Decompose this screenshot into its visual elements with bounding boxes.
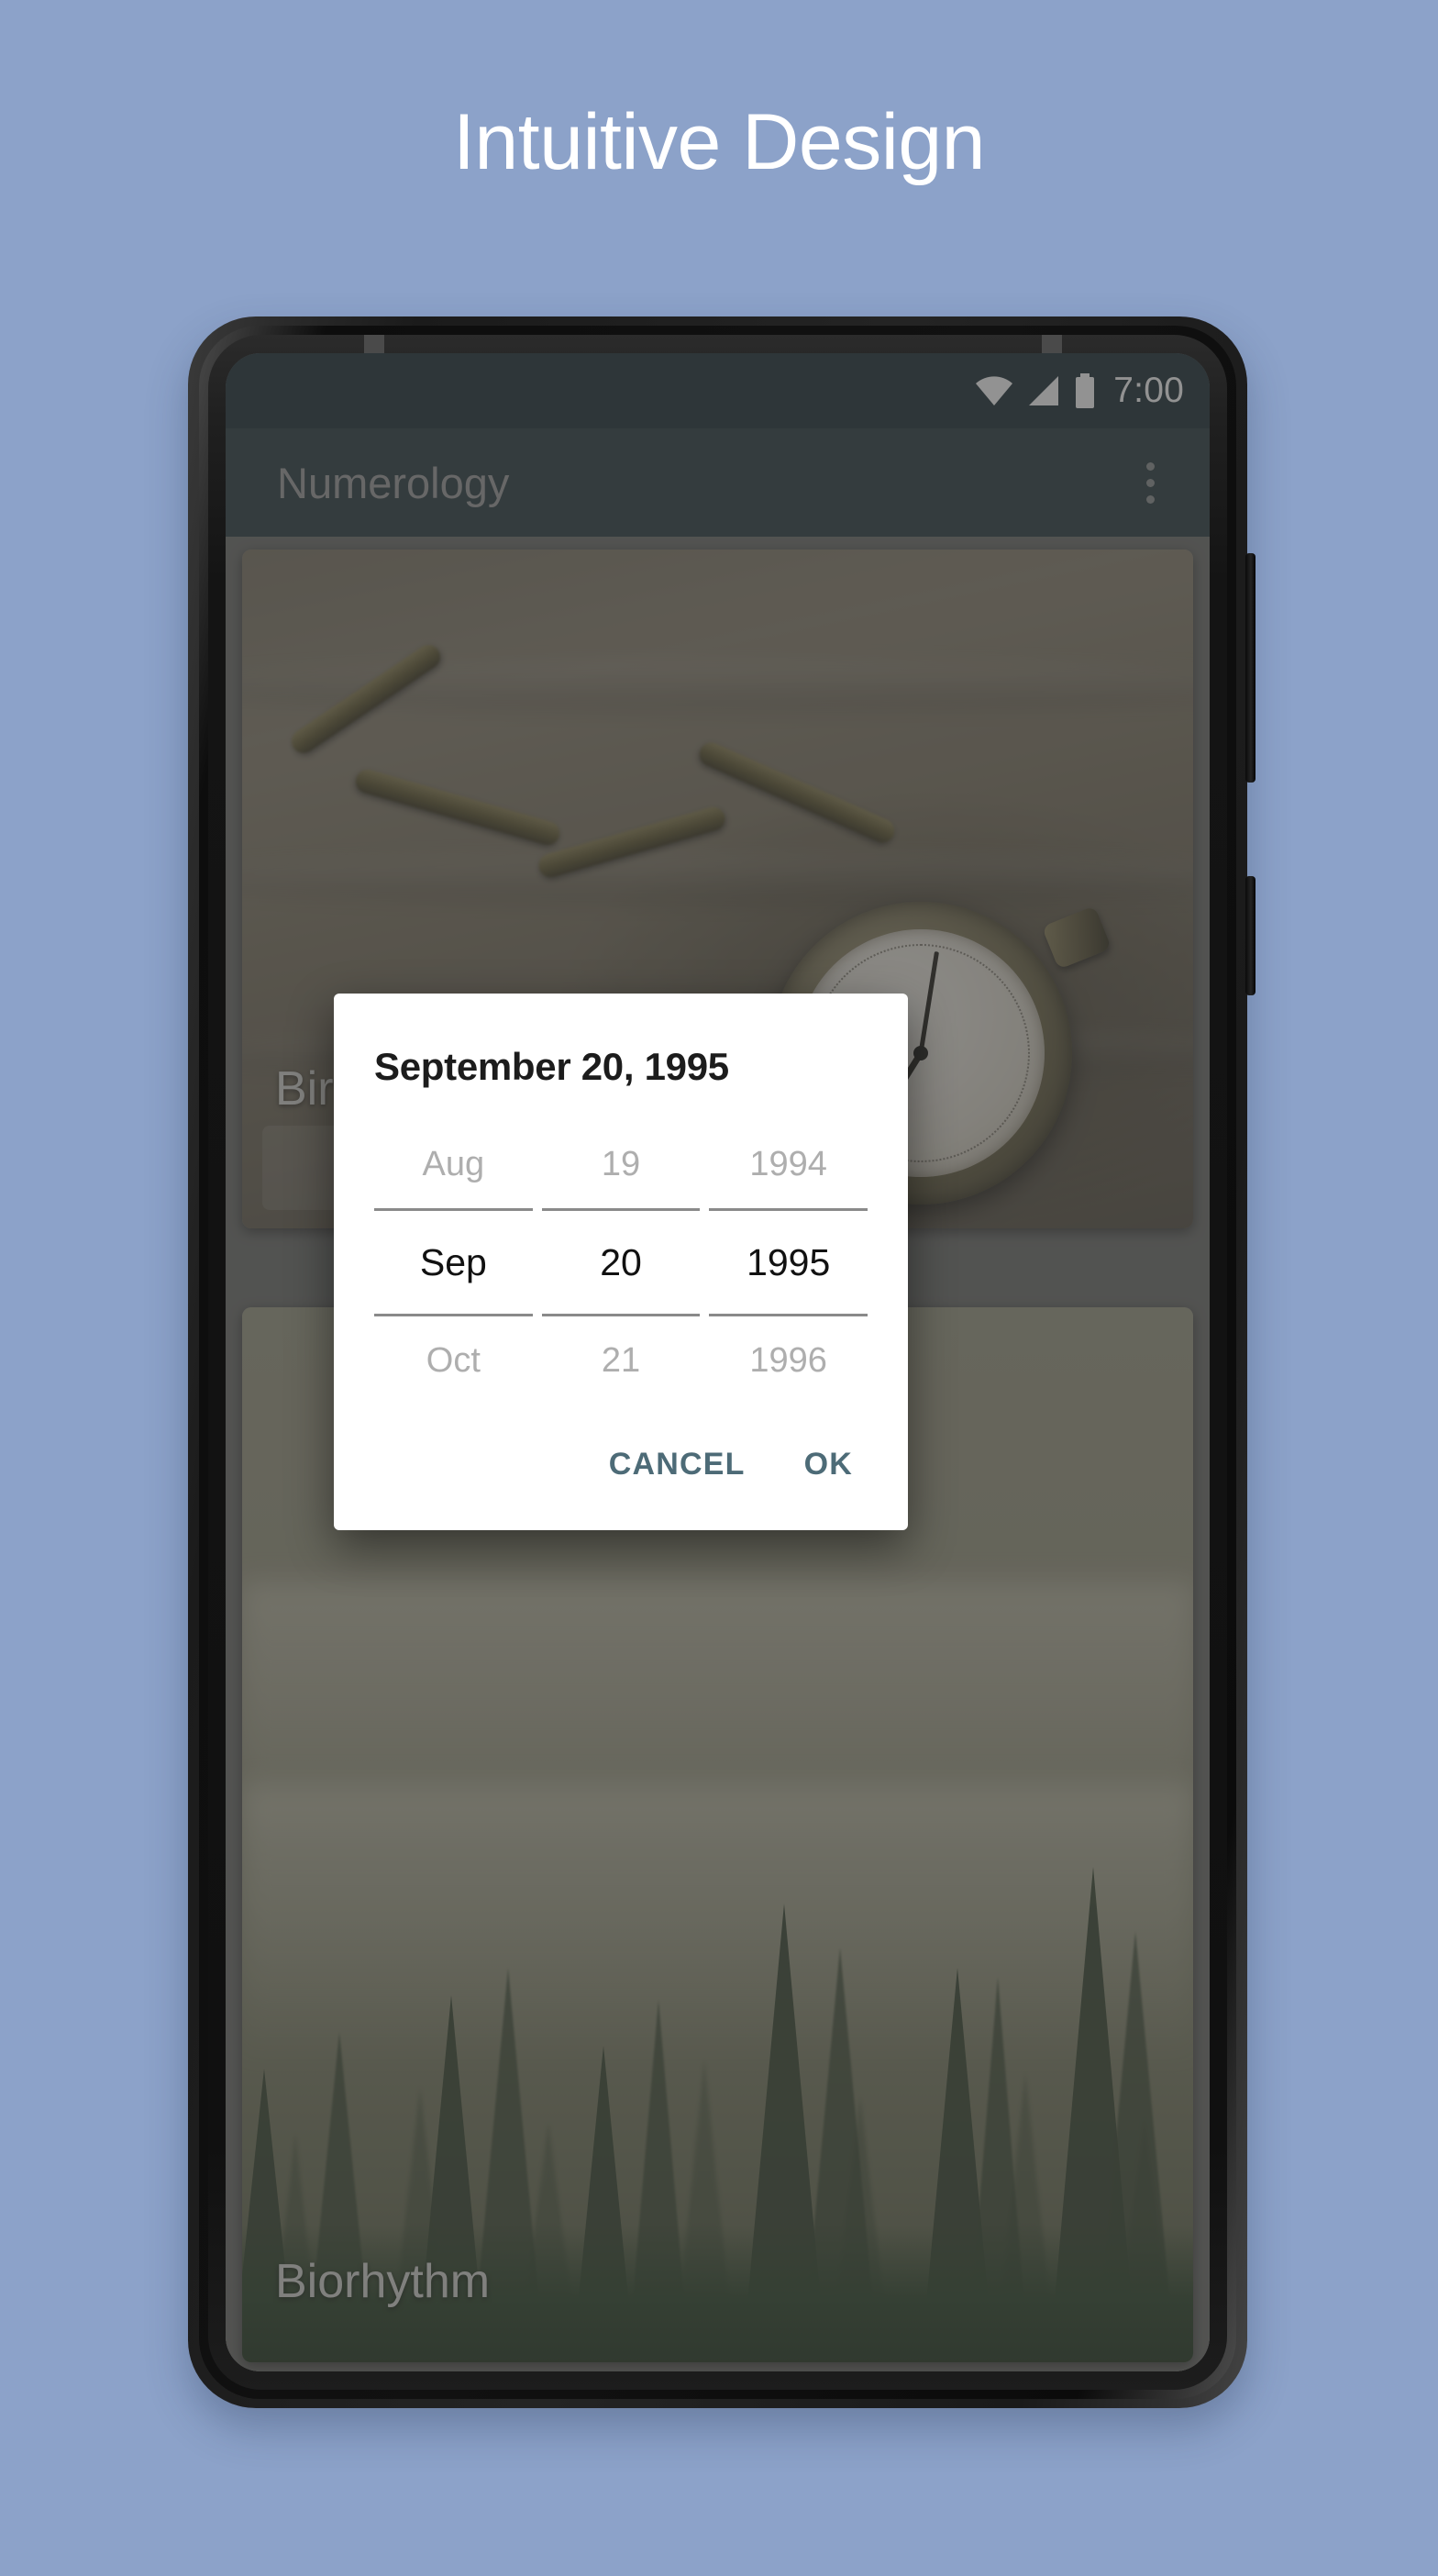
date-picker-dialog: September 20, 1995 Aug Sep Oct 19 20 21 … <box>334 994 908 1530</box>
promo-screenshot: Intuitive Design September 20, 1995 Aug … <box>0 0 1438 2576</box>
phone-screen: 7:00 Numerology <box>226 353 1210 2371</box>
page-title: Intuitive Design <box>453 98 985 186</box>
year-next-value[interactable]: 1996 <box>709 1316 868 1405</box>
month-next-value[interactable]: Oct <box>374 1316 533 1405</box>
dialog-actions: CANCEL OK <box>334 1405 908 1530</box>
month-spinner[interactable]: Aug Sep Oct <box>374 1120 533 1405</box>
year-spinner[interactable]: 1994 1995 1996 <box>709 1120 868 1405</box>
date-spinners: Aug Sep Oct 19 20 21 1994 1995 1996 <box>334 1089 908 1405</box>
volume-button[interactable] <box>1245 876 1255 995</box>
phone-mockup: 7:00 Numerology <box>188 316 1255 2408</box>
date-picker-title: September 20, 1995 <box>374 1045 729 1088</box>
day-spinner[interactable]: 19 20 21 <box>541 1120 701 1405</box>
year-previous-value[interactable]: 1994 <box>709 1120 868 1208</box>
month-previous-value[interactable]: Aug <box>374 1120 533 1208</box>
power-button[interactable] <box>1245 553 1255 783</box>
month-selected-value[interactable]: Sep <box>374 1211 533 1314</box>
day-selected-value[interactable]: 20 <box>542 1211 701 1314</box>
cancel-button[interactable]: CANCEL <box>605 1441 749 1488</box>
ok-button[interactable]: OK <box>801 1441 857 1488</box>
year-selected-value[interactable]: 1995 <box>709 1211 868 1314</box>
day-next-value[interactable]: 21 <box>542 1316 701 1405</box>
day-previous-value[interactable]: 19 <box>542 1120 701 1208</box>
